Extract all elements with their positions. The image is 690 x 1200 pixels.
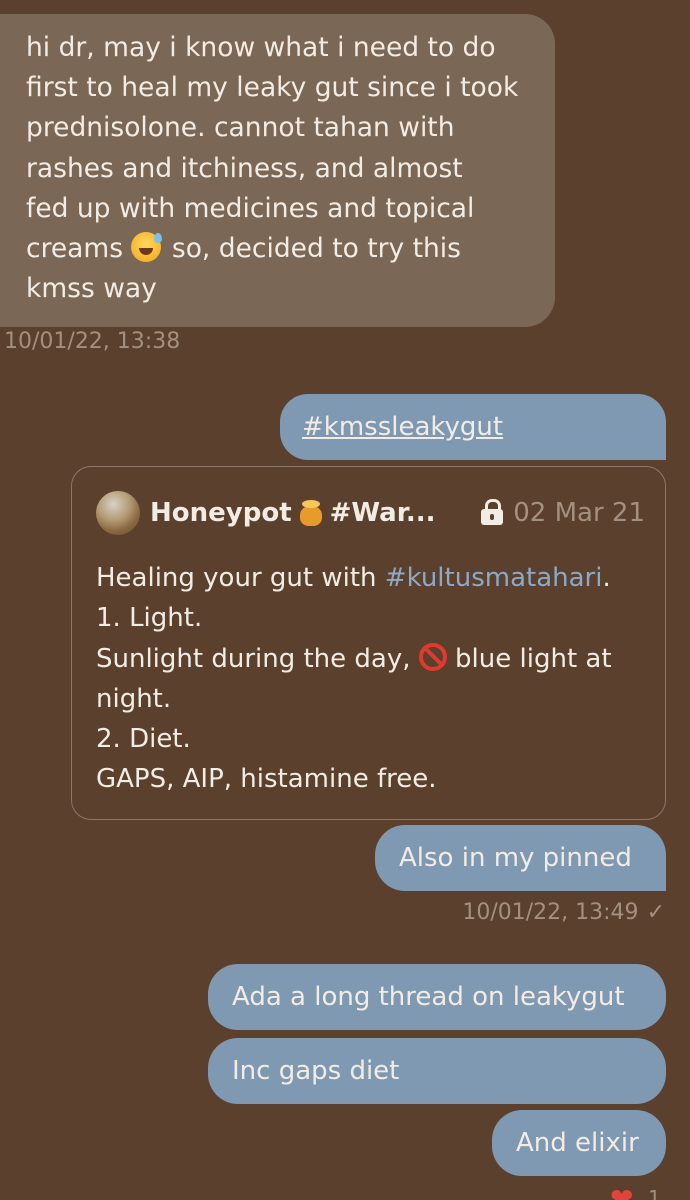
lock-icon <box>481 499 504 525</box>
message-line: prednisolone. cannot tahan with <box>26 112 455 144</box>
quoted-post-card[interactable]: Honeypot #War... 02 Mar 21 Healing your g… <box>71 466 666 820</box>
honey-pot-icon <box>298 498 324 526</box>
outgoing-message-bubble[interactable]: Also in my pinned <box>375 825 666 891</box>
message-line: creams <box>26 233 124 265</box>
message-text: Also in my pinned <box>399 843 632 873</box>
prohibited-icon <box>418 642 447 671</box>
outgoing-timestamp: 10/01/22, 13:49 ✓ <box>462 900 665 925</box>
outgoing-message-bubble[interactable]: Ada a long thread on leakygut <box>208 964 666 1030</box>
read-check-icon: ✓ <box>646 900 665 925</box>
incoming-timestamp: 10/01/22, 13:38 <box>4 329 181 354</box>
hashtag-link[interactable]: #kultusmatahari <box>385 563 603 593</box>
quoted-post-date: 02 Mar 21 <box>513 498 645 528</box>
outgoing-message-bubble[interactable]: Inc gaps diet <box>208 1038 666 1104</box>
reaction-count: 1 <box>648 1186 661 1200</box>
outgoing-hashtag-bubble[interactable]: #kmssleakygut <box>280 394 666 460</box>
quoted-post-author[interactable]: Honeypot #War... <box>150 498 435 528</box>
message-line: rashes and itchiness, and almost <box>26 152 463 184</box>
hashtag-link[interactable]: #kmssleakygut <box>302 412 503 442</box>
quoted-post-body: Healing your gut with #kultusmatahari. 1… <box>96 563 612 795</box>
heart-icon[interactable]: ❤ <box>610 1185 638 1200</box>
chat-thread: hi dr, may i know what i need to do firs… <box>0 0 690 1200</box>
message-line: first to heal my leaky gut since i took <box>26 72 519 104</box>
outgoing-message-bubble[interactable]: And elixir <box>492 1110 666 1176</box>
sweat-smile-emoji-icon <box>131 232 163 263</box>
message-text: Ada a long thread on leakygut <box>232 982 625 1012</box>
incoming-message-bubble[interactable]: hi dr, may i know what i need to do firs… <box>0 14 555 328</box>
message-line: hi dr, may i know what i need to do <box>26 32 496 63</box>
message-line: so, decided to try this <box>163 233 461 265</box>
message-text: Inc gaps diet <box>232 1056 400 1086</box>
quoted-post-header: Honeypot #War... 02 Mar 21 <box>96 491 645 535</box>
avatar[interactable] <box>96 491 140 535</box>
message-text: And elixir <box>516 1128 639 1158</box>
message-line: fed up with medicines and topical <box>26 192 475 224</box>
message-line: kmss way <box>26 273 157 305</box>
